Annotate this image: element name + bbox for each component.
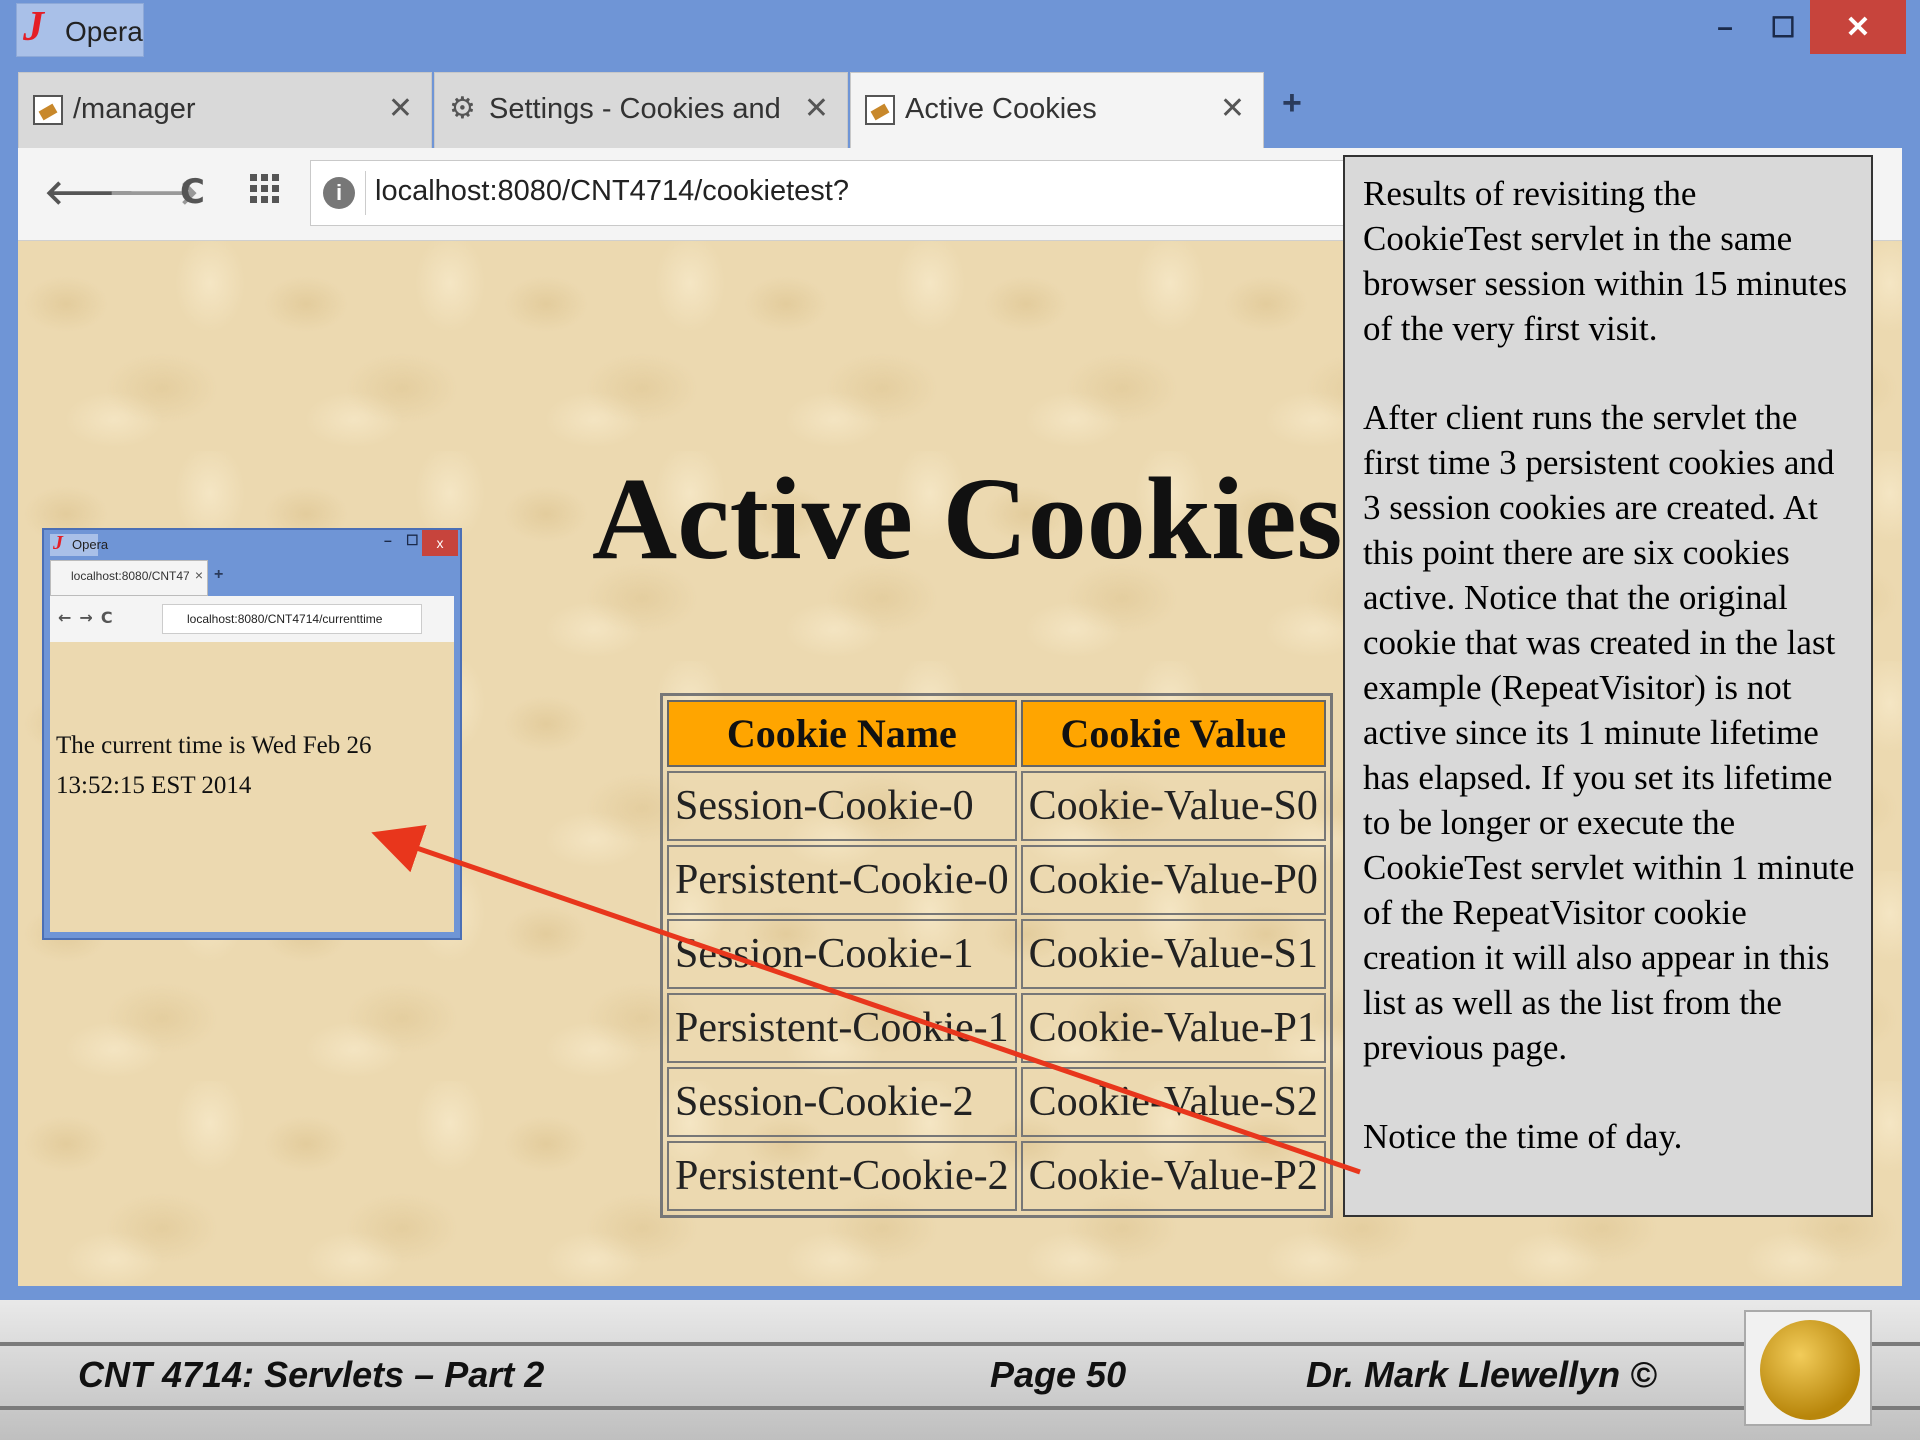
address-divider bbox=[365, 171, 366, 215]
title-bar: J Opera – ☐ ✕ bbox=[0, 0, 1920, 70]
pegasus-logo-icon bbox=[1760, 1320, 1860, 1420]
cookie-name-cell: Persistent-Cookie-0 bbox=[667, 845, 1017, 915]
table-row: Persistent-Cookie-2 Cookie-Value-P2 bbox=[667, 1141, 1326, 1211]
app-title: Opera bbox=[65, 16, 143, 47]
site-info-icon[interactable]: i bbox=[323, 177, 355, 209]
cookie-name-cell: Session-Cookie-2 bbox=[667, 1067, 1017, 1137]
inset-address-bar: localhost:8080/CNT4714/currenttime bbox=[162, 604, 422, 634]
table-row: Session-Cookie-1 Cookie-Value-S1 bbox=[667, 919, 1326, 989]
inset-close-icon: x bbox=[422, 530, 458, 556]
address-bar[interactable]: i localhost:8080/CNT4714/cookietest? bbox=[310, 160, 1370, 226]
table-row: Persistent-Cookie-1 Cookie-Value-P1 bbox=[667, 993, 1326, 1063]
inset-opera-menu-button: J Opera bbox=[50, 532, 108, 556]
close-window-button[interactable]: ✕ bbox=[1810, 0, 1906, 54]
tab-close-icon[interactable]: ✕ bbox=[804, 91, 829, 126]
callout-paragraph: After client runs the servlet the first … bbox=[1363, 398, 1855, 1067]
tab-settings[interactable]: ⚙ Settings - Cookies and site ✕ bbox=[434, 72, 848, 148]
tomcat-favicon-icon bbox=[33, 95, 63, 125]
ucf-pegasus-logo bbox=[1744, 1310, 1872, 1426]
inset-current-time-text: The current time is Wed Feb 26 13:52:15 … bbox=[56, 732, 372, 799]
tab-label: Active Cookies bbox=[905, 93, 1097, 125]
cookie-table: Cookie Name Cookie Value Session-Cookie-… bbox=[660, 693, 1333, 1218]
inset-minimize-icon: – bbox=[384, 532, 392, 548]
cookie-name-cell: Session-Cookie-1 bbox=[667, 919, 1017, 989]
inset-tab: localhost:8080/CNT4714/c × bbox=[50, 560, 208, 596]
column-header-name: Cookie Name bbox=[667, 700, 1017, 767]
cookie-value-cell: Cookie-Value-P2 bbox=[1020, 1141, 1326, 1211]
tab-active-cookies[interactable]: Active Cookies ✕ bbox=[850, 72, 1264, 148]
cookie-name-cell: Session-Cookie-0 bbox=[667, 771, 1017, 841]
opera-menu-button[interactable]: J Opera bbox=[16, 3, 144, 57]
cookie-name-cell: Persistent-Cookie-1 bbox=[667, 993, 1017, 1063]
author-credit: Dr. Mark Llewellyn © bbox=[1306, 1354, 1657, 1395]
reload-button[interactable]: C bbox=[180, 172, 205, 212]
inset-app-title: Opera bbox=[72, 537, 109, 552]
inset-maximize-icon: ☐ bbox=[406, 532, 419, 548]
table-row: Persistent-Cookie-0 Cookie-Value-P0 bbox=[667, 845, 1326, 915]
table-row: Session-Cookie-2 Cookie-Value-S2 bbox=[667, 1067, 1326, 1137]
opera-logo-icon: J bbox=[23, 4, 44, 50]
speed-dial-grid-icon[interactable] bbox=[250, 174, 280, 204]
course-title: CNT 4714: Servlets – Part 2 bbox=[78, 1354, 545, 1395]
url-text[interactable]: localhost:8080/CNT4714/cookietest? bbox=[375, 175, 849, 208]
new-tab-button[interactable]: + bbox=[1282, 84, 1302, 123]
callout-paragraph: Notice the time of day. bbox=[1363, 1117, 1683, 1156]
tab-manager[interactable]: /manager ✕ bbox=[18, 72, 432, 148]
inset-nav-icons: ←→C bbox=[58, 608, 121, 627]
callout-paragraph: Results of revisiting the CookieTest ser… bbox=[1363, 174, 1848, 348]
inset-browser-screenshot: J Opera – ☐ x localhost:8080/CNT4714/c ×… bbox=[42, 528, 462, 940]
opera-logo-icon: J bbox=[53, 532, 63, 554]
table-row: Session-Cookie-0 Cookie-Value-S0 bbox=[667, 771, 1326, 841]
column-header-value: Cookie Value bbox=[1020, 700, 1326, 767]
page-title: Active Cookies bbox=[592, 453, 1343, 584]
cookie-name-cell: Persistent-Cookie-2 bbox=[667, 1141, 1017, 1211]
cookie-value-cell: Cookie-Value-P1 bbox=[1020, 993, 1326, 1063]
tab-close-icon[interactable]: ✕ bbox=[1220, 91, 1245, 126]
tab-close-icon[interactable]: ✕ bbox=[388, 91, 413, 126]
minimize-button[interactable]: – bbox=[1700, 0, 1750, 54]
footer-rule bbox=[0, 1342, 1920, 1346]
inset-url-text: localhost:8080/CNT4714/currenttime bbox=[187, 612, 383, 626]
slide-footer: CNT 4714: Servlets – Part 2 Page 50 Dr. … bbox=[0, 1300, 1920, 1440]
maximize-button[interactable]: ☐ bbox=[1758, 0, 1808, 54]
inset-new-tab-icon: + bbox=[214, 566, 224, 583]
inset-toolbar: ←→C localhost:8080/CNT4714/currenttime bbox=[50, 596, 454, 642]
inset-tab-close-icon: × bbox=[194, 567, 203, 583]
tomcat-favicon-icon bbox=[865, 95, 895, 125]
tab-label: /manager bbox=[73, 93, 196, 125]
inset-tab-label: localhost:8080/CNT4714/c bbox=[71, 569, 189, 583]
gear-icon: ⚙ bbox=[449, 91, 476, 126]
table-header-row: Cookie Name Cookie Value bbox=[667, 700, 1326, 767]
cookie-value-cell: Cookie-Value-S2 bbox=[1020, 1067, 1326, 1137]
footer-rule bbox=[0, 1406, 1920, 1410]
annotation-callout: Results of revisiting the CookieTest ser… bbox=[1343, 155, 1873, 1217]
cookie-value-cell: Cookie-Value-P0 bbox=[1020, 845, 1326, 915]
inset-page-content: The current time is Wed Feb 26 13:52:15 … bbox=[50, 642, 454, 932]
cookie-value-cell: Cookie-Value-S1 bbox=[1020, 919, 1326, 989]
cookie-value-cell: Cookie-Value-S0 bbox=[1020, 771, 1326, 841]
page-number: Page 50 bbox=[990, 1354, 1127, 1395]
tab-label: Settings - Cookies and site bbox=[489, 93, 781, 125]
